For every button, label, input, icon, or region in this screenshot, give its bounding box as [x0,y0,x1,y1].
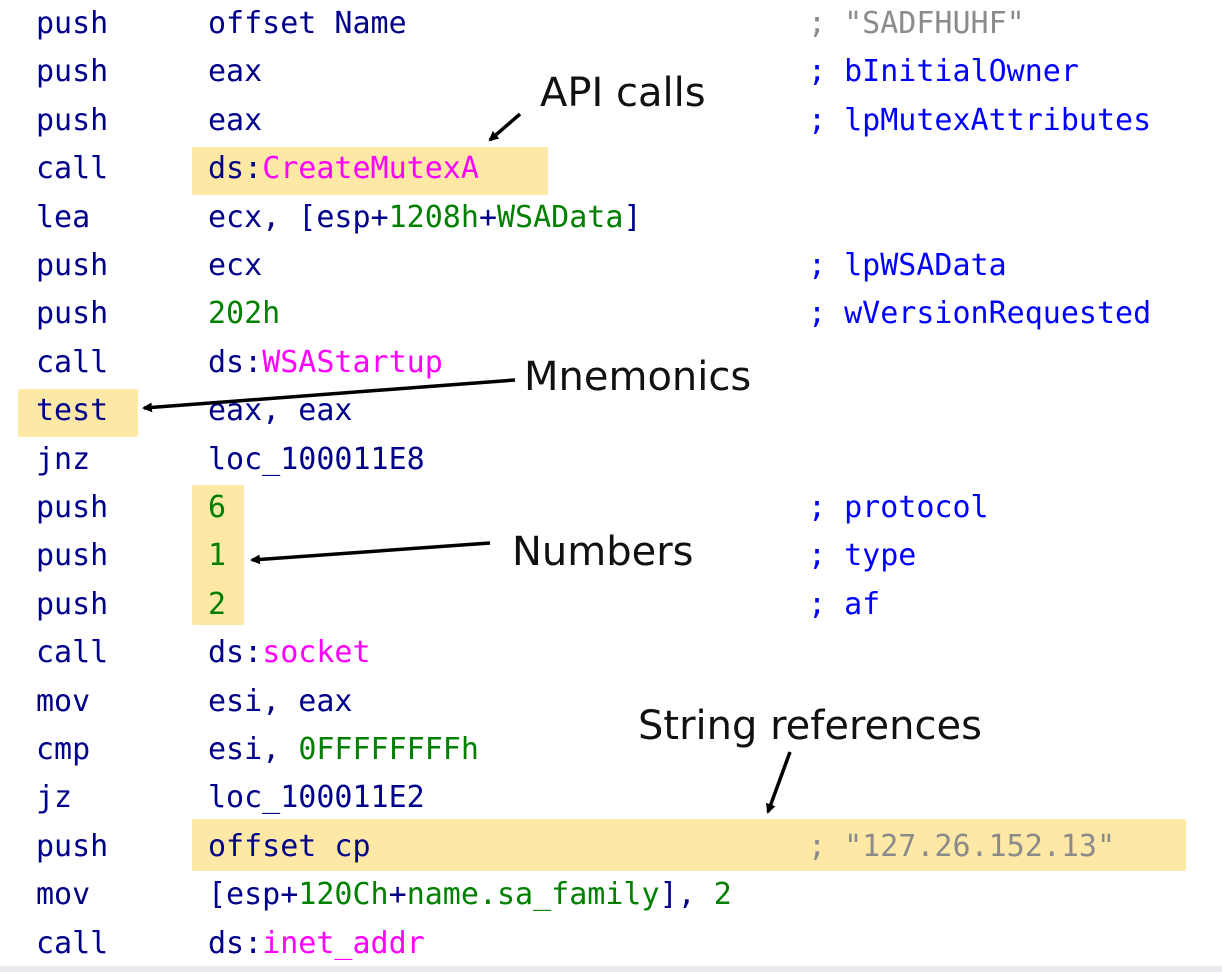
mnemonics-label: Mnemonics [520,354,756,400]
string-references-label: String references [638,703,982,749]
string-references-arrow [766,751,792,814]
disassembly-view: push offset Name; "SADFHUHF" push eax; bIni… [0,0,1222,972]
api-calls-label: API calls [540,70,706,116]
annotation-arrows [142,112,792,814]
numbers-label: Numbers [508,529,698,575]
mnemonics-arrow [142,378,516,413]
numbers-arrow [250,541,491,565]
api-calls-arrow [488,112,522,142]
